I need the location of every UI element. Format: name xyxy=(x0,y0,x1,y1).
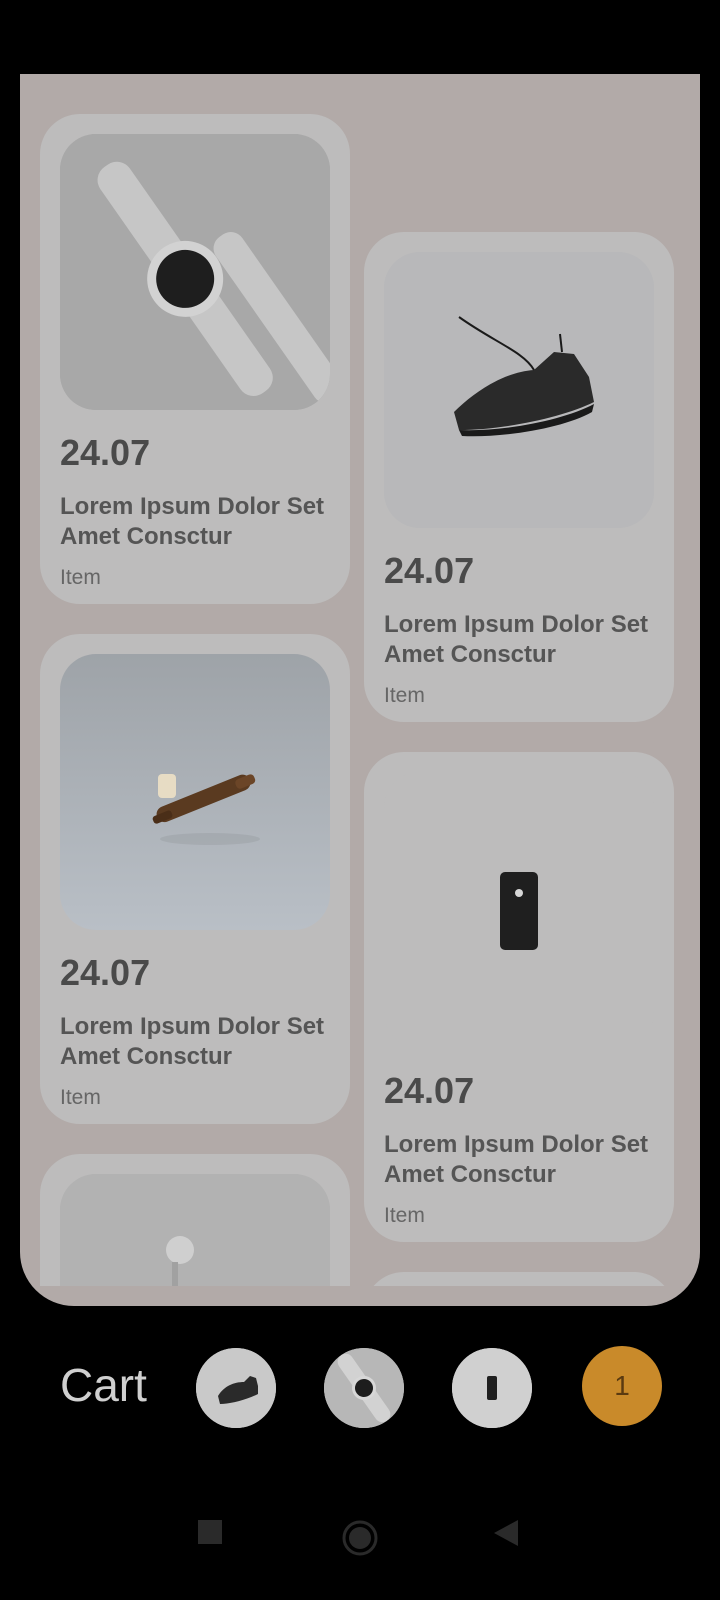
product-card[interactable] xyxy=(364,1272,674,1286)
product-category: Item xyxy=(60,566,101,589)
cart-thumbnail-watch[interactable] xyxy=(324,1348,404,1428)
product-price: 24.07 xyxy=(60,432,151,473)
back-triangle-icon[interactable] xyxy=(494,1520,518,1551)
lamp-image xyxy=(60,1174,330,1286)
cart-thumbnail-phone[interactable] xyxy=(452,1348,532,1428)
shoe-image xyxy=(384,252,654,528)
product-price: 24.07 xyxy=(384,1070,475,1111)
pipe-image xyxy=(60,654,330,930)
product-card[interactable]: 24.07 Lorem Ipsum Dolor Set Amet Consctu… xyxy=(40,114,350,604)
recents-square-icon[interactable] xyxy=(198,1520,222,1549)
cart-bar: Cart 1 xyxy=(0,1330,720,1450)
product-feed-panel: 24.07 Lorem Ipsum Dolor Set Amet Consctu… xyxy=(20,74,700,1306)
product-category: Item xyxy=(60,1086,101,1109)
product-card[interactable]: 24.07 Lorem Ipsum Dolor Set Amet Consctu… xyxy=(364,232,674,722)
cart-count-badge[interactable]: 1 xyxy=(582,1346,662,1426)
product-title: Lorem Ipsum Dolor Set Amet Consctur xyxy=(60,1013,325,1070)
product-price: 24.07 xyxy=(384,550,475,591)
phone-image xyxy=(384,772,654,1048)
watch-image xyxy=(60,134,330,410)
product-category: Item xyxy=(384,684,425,707)
cart-label[interactable]: Cart xyxy=(60,1358,147,1412)
product-card[interactable]: 24.07 Lorem Ipsum Dolor Set Amet Consctu… xyxy=(364,752,674,1242)
product-card[interactable]: 24.07 Lorem Ipsum Dolor Set Amet Consctu… xyxy=(40,634,350,1124)
product-card[interactable] xyxy=(40,1154,350,1286)
product-title: Lorem Ipsum Dolor Set Amet Consctur xyxy=(384,1131,649,1188)
cart-thumbnail-shoe[interactable] xyxy=(196,1348,276,1428)
product-price: 24.07 xyxy=(60,952,151,993)
product-grid[interactable]: 24.07 Lorem Ipsum Dolor Set Amet Consctu… xyxy=(20,74,700,1286)
product-category: Item xyxy=(384,1204,425,1227)
system-nav-bar xyxy=(0,1500,720,1600)
product-title: Lorem Ipsum Dolor Set Amet Consctur xyxy=(60,493,325,550)
home-circle-icon[interactable] xyxy=(342,1520,378,1561)
product-title: Lorem Ipsum Dolor Set Amet Consctur xyxy=(384,611,649,668)
